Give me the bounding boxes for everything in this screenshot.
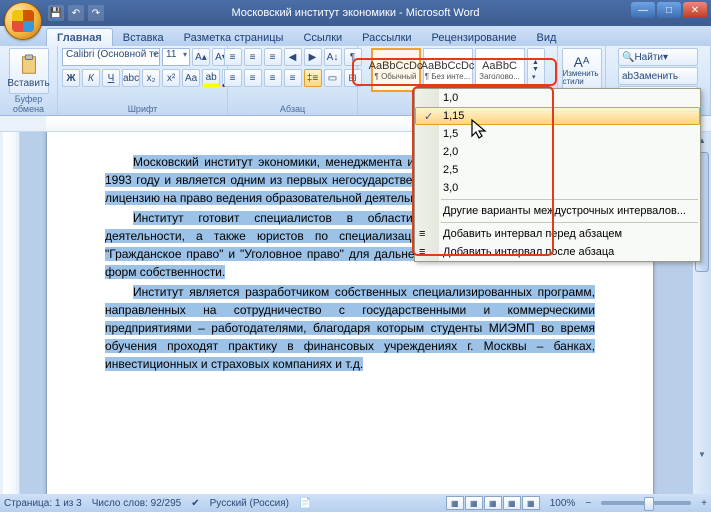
change-case-button[interactable]: Aa [182, 69, 200, 87]
highlight-button[interactable]: ab [202, 69, 220, 87]
status-zoom[interactable]: 100% [550, 498, 576, 509]
find-button[interactable]: 🔍 Найти ▾ [618, 48, 698, 66]
view-buttons: ▦ ▦ ▦ ▦ ▦ [446, 496, 540, 510]
status-language[interactable]: Русский (Россия) [210, 498, 289, 509]
window-title: Московский институт экономики - Microsof… [231, 7, 479, 19]
line-spacing-option[interactable]: 1,15 [415, 107, 700, 125]
decrease-indent-button[interactable]: ◀ [284, 48, 302, 66]
group-clipboard-label: Буфер обмена [4, 94, 53, 114]
ribbon-tabs: ГлавнаяВставкаРазметка страницыСсылкиРас… [0, 26, 711, 46]
paragraph[interactable]: Институт является разработчиком собствен… [105, 283, 595, 373]
status-page[interactable]: Страница: 1 из 3 [4, 498, 82, 509]
qat-redo-icon[interactable]: ↷ [88, 5, 104, 21]
align-right-button[interactable]: ≡ [264, 69, 282, 87]
view-print-layout[interactable]: ▦ [446, 496, 464, 510]
line-spacing-option[interactable]: 2,5 [415, 161, 700, 179]
align-center-button[interactable]: ≡ [244, 69, 262, 87]
multilevel-button[interactable]: ≡ [264, 48, 282, 66]
tab-вид[interactable]: Вид [527, 29, 567, 46]
zoom-in-button[interactable]: + [701, 498, 707, 509]
subscript-button[interactable]: x₂ [142, 69, 160, 87]
line-spacing-button[interactable]: ‡≡ [304, 69, 322, 87]
styles-more-button[interactable]: ▲▼▾ [527, 48, 545, 92]
grow-font-button[interactable]: A▴ [192, 48, 210, 66]
bullets-button[interactable]: ≡ [224, 48, 242, 66]
tab-ссылки[interactable]: Ссылки [293, 29, 352, 46]
group-font-label: Шрифт [128, 104, 158, 114]
font-name-combo[interactable]: Calibri (Основной те [62, 48, 160, 66]
status-words[interactable]: Число слов: 92/295 [92, 498, 182, 509]
line-spacing-option[interactable]: 2,0 [415, 143, 700, 161]
superscript-button[interactable]: x² [162, 69, 180, 87]
style-2[interactable]: AaBbCЗаголово... [475, 48, 525, 92]
shading-button[interactable]: ▭ [324, 69, 342, 87]
status-insert-icon[interactable]: 📄 [299, 498, 311, 509]
line-spacing-option[interactable]: 1,5 [415, 125, 700, 143]
font-size-combo[interactable]: 11 [162, 48, 190, 66]
quick-access-toolbar: 💾 ↶ ↷ [48, 5, 104, 21]
zoom-slider[interactable] [601, 501, 691, 505]
tab-разметка страницы[interactable]: Разметка страницы [174, 29, 294, 46]
title-bar: 💾 ↶ ↷ Московский институт экономики - Mi… [0, 0, 711, 26]
tab-рецензирование[interactable]: Рецензирование [422, 29, 527, 46]
status-proofing-icon[interactable]: ✔ [191, 498, 199, 509]
replace-button[interactable]: ab Заменить [618, 67, 698, 85]
line-spacing-option[interactable]: 1,0 [415, 89, 700, 107]
paste-label: Вставить [7, 78, 49, 89]
style-1[interactable]: AaBbCcDc¶ Без инте... [423, 48, 473, 92]
align-left-button[interactable]: ≡ [224, 69, 242, 87]
change-styles-button[interactable]: Aᴬ Изменить стили [562, 48, 602, 92]
line-spacing-more[interactable]: Другие варианты междустрочных интервалов… [415, 202, 700, 220]
sort-button[interactable]: A↓ [324, 48, 342, 66]
bold-button[interactable]: Ж [62, 69, 80, 87]
strike-button[interactable]: abc [122, 69, 140, 87]
view-web[interactable]: ▦ [484, 496, 502, 510]
qat-save-icon[interactable]: 💾 [48, 5, 64, 21]
status-bar: Страница: 1 из 3 Число слов: 92/295 ✔ Ру… [0, 494, 711, 512]
minimize-button[interactable]: — [631, 2, 655, 18]
line-spacing-option[interactable]: 3,0 [415, 179, 700, 197]
increase-indent-button[interactable]: ▶ [304, 48, 322, 66]
office-button[interactable] [4, 2, 42, 40]
style-0[interactable]: AaBbCcDc¶ Обычный [371, 48, 421, 92]
qat-undo-icon[interactable]: ↶ [68, 5, 84, 21]
vertical-ruler[interactable] [0, 132, 20, 494]
group-paragraph-label: Абзац [280, 104, 305, 114]
view-fullscreen[interactable]: ▦ [465, 496, 483, 510]
view-draft[interactable]: ▦ [522, 496, 540, 510]
paste-button[interactable]: Вставить [9, 48, 49, 94]
scroll-down-button[interactable]: ▼ [693, 446, 711, 462]
close-button[interactable]: ✕ [683, 2, 707, 18]
add-space-before[interactable]: ≡Добавить интервал перед абзацем [415, 225, 700, 243]
add-space-after[interactable]: ≡Добавить интервал после абзаца [415, 243, 700, 261]
underline-button[interactable]: Ч [102, 69, 120, 87]
maximize-button[interactable]: □ [657, 2, 681, 18]
spacing-icon: ≡ [419, 228, 433, 240]
line-spacing-dropdown: 1,01,151,52,02,53,0 Другие варианты между… [414, 88, 701, 262]
tab-вставка[interactable]: Вставка [113, 29, 174, 46]
view-outline[interactable]: ▦ [503, 496, 521, 510]
tab-рассылки[interactable]: Рассылки [352, 29, 421, 46]
numbering-button[interactable]: ≡ [244, 48, 262, 66]
justify-button[interactable]: ≡ [284, 69, 302, 87]
spacing-icon: ≡ [419, 246, 433, 258]
zoom-out-button[interactable]: − [585, 498, 591, 509]
tab-главная[interactable]: Главная [46, 28, 113, 46]
clipboard-icon [18, 54, 40, 76]
italic-button[interactable]: К [82, 69, 100, 87]
change-styles-icon: Aᴬ [574, 54, 590, 70]
